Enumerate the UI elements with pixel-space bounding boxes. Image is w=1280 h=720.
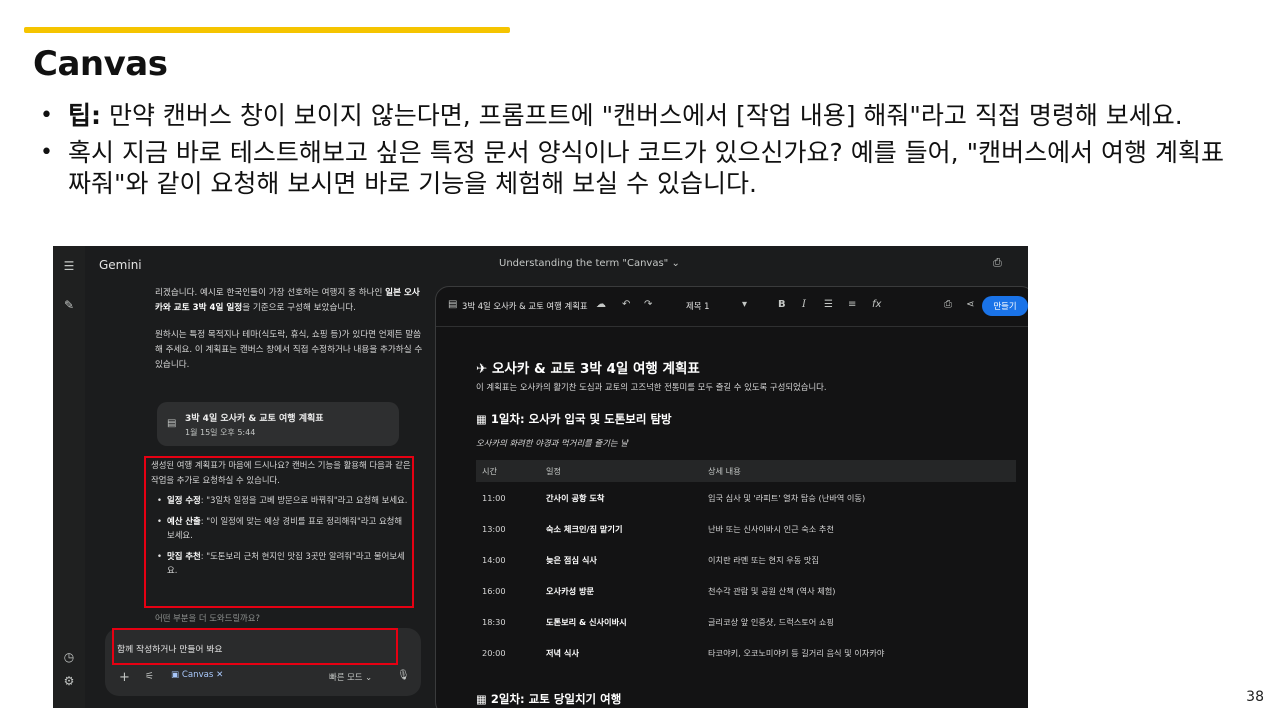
- page-number: 38: [1246, 689, 1264, 705]
- place-cell: 저녁 식사: [546, 647, 579, 658]
- bullet-example: • 혹시 지금 바로 테스트해보고 싶은 특정 문서 양식이나 코드가 있으신가…: [40, 137, 1240, 199]
- doc-heading: ✈ 오사카 & 교토 3박 4일 여행 계획표: [476, 361, 700, 377]
- time-cell: 20:00: [482, 647, 506, 658]
- gemini-screenshot: ☰ ✎ ◷ ⚙ Gemini Understanding the term "C…: [53, 246, 1028, 708]
- canvas-chip[interactable]: ▣ Canvas ✕: [171, 670, 223, 680]
- history-icon[interactable]: ◷: [62, 650, 76, 664]
- mic-icon[interactable]: 🎙: [397, 670, 410, 681]
- detail-cell: 이치란 라멘 또는 현지 우동 맛집: [708, 554, 819, 565]
- bullet-text: 혹시 지금 바로 테스트해보고 싶은 특정 문서 양식이나 코드가 있으신가요?…: [68, 138, 1224, 198]
- table-row: 14:00 늦은 점심 식사 이치란 라멘 또는 현지 우동 맛집: [476, 544, 1016, 575]
- chevron-down-icon: ⌄: [365, 672, 373, 682]
- place-cell: 도톤보리 & 신사이바시: [546, 616, 627, 627]
- add-icon[interactable]: +: [119, 670, 130, 685]
- chat-paragraph: 리겠습니다. 예시로 한국인들이 가장 선호하는 여행지 중 하나인 일본 오사…: [155, 288, 420, 313]
- place-cell: 늦은 점심 식사: [546, 554, 597, 565]
- bullet-list: • 팁: 만약 캔버스 창이 보이지 않는다면, 프롬프트에 "캔버스에서 [작…: [40, 100, 1240, 205]
- calendar-icon: ▦: [476, 692, 487, 706]
- conversation-title[interactable]: Understanding the term "Canvas" ⌄: [499, 258, 680, 269]
- document-icon: ▤: [448, 299, 458, 310]
- time-cell: 16:00: [482, 585, 506, 596]
- bold-icon[interactable]: B: [778, 299, 786, 310]
- accent-bar: [24, 27, 510, 33]
- highlight-box-input: [112, 628, 398, 665]
- close-icon: ✕: [216, 670, 224, 680]
- table-header: 시간: [476, 460, 540, 482]
- time-cell: 11:00: [482, 492, 506, 503]
- day1-subtitle: 오사카의 화려한 야경과 먹거리를 즐기는 날: [476, 438, 628, 448]
- share-icon[interactable]: ⋖: [966, 299, 974, 310]
- bullet-dot: •: [40, 103, 53, 128]
- table-row: 16:00 오사카성 방문 천수각 관람 및 공원 산책 (역사 체험): [476, 575, 1016, 606]
- table-header: 일정: [540, 460, 702, 482]
- print-icon[interactable]: ⎙: [993, 256, 1002, 270]
- table-row: 20:00 저녁 식사 타코야키, 오코노미야키 등 길거리 음식 및 이자카야: [476, 637, 1016, 668]
- detail-cell: 입국 심사 및 '라피트' 열차 탑승 (난바역 이동): [708, 492, 866, 503]
- day1-heading: ▦ 1일차: 오사카 입국 및 도톤보리 탐방: [476, 412, 672, 426]
- tools-icon[interactable]: ⚟: [145, 671, 154, 682]
- doc-card-title: 3박 4일 오사카 & 교토 여행 계획표: [185, 414, 324, 424]
- side-rail: ☰ ✎ ◷ ⚙: [53, 246, 85, 708]
- print-icon[interactable]: ⎙: [944, 299, 952, 310]
- detail-cell: 글리코상 앞 인증샷, 드럭스토어 쇼핑: [708, 616, 835, 627]
- time-cell: 18:30: [482, 616, 506, 627]
- day2-heading: ▦ 2일차: 교토 당일치기 여행: [476, 692, 622, 706]
- table-header-row: 시간 일정 상세 내용: [476, 460, 1016, 482]
- schedule-table: 시간 일정 상세 내용 11:00 간사이 공항 도착 입국 심사 및 '라피트' …: [476, 460, 1016, 668]
- chevron-down-icon: ⌄: [671, 258, 680, 269]
- table-row: 13:00 숙소 체크인/짐 맡기기 난바 또는 신사이바시 인근 숙소 추천: [476, 513, 1016, 544]
- numbered-list-icon[interactable]: ≡: [848, 299, 856, 310]
- tip-text: 만약 캔버스 창이 보이지 않는다면, 프롬프트에 "캔버스에서 [작업 내용]…: [101, 101, 1183, 130]
- canvas-doc-card[interactable]: ▤ 3박 4일 오사카 & 교토 여행 계획표 1월 15일 오후 5:44: [157, 402, 399, 446]
- italic-icon[interactable]: I: [802, 299, 806, 310]
- doc-card-time: 1월 15일 오후 5:44: [185, 428, 256, 437]
- redo-icon[interactable]: ↷: [644, 299, 652, 310]
- table-row: 18:30 도톤보리 & 신사이바시 글리코상 앞 인증샷, 드럭스토어 쇼핑: [476, 606, 1016, 637]
- time-cell: 13:00: [482, 523, 506, 534]
- canvas-doc-name: 3박 4일 오사카 & 교토 여행 계획표: [462, 301, 588, 311]
- new-chat-icon[interactable]: ✎: [62, 298, 76, 312]
- place-cell: 간사이 공항 도착: [546, 492, 605, 503]
- chevron-down-icon[interactable]: ▾: [742, 299, 747, 310]
- more-question: 어떤 부분을 더 도와드릴까요?: [155, 613, 260, 623]
- bullet-tip: • 팁: 만약 캔버스 창이 보이지 않는다면, 프롬프트에 "캔버스에서 [작…: [40, 100, 1240, 131]
- settings-icon[interactable]: ⚙: [62, 674, 76, 688]
- detail-cell: 천수각 관람 및 공원 산책 (역사 체험): [708, 585, 836, 596]
- calendar-icon: ▦: [476, 412, 487, 426]
- doc-intro: 이 계획표는 오사카의 활기찬 도심과 교토의 고즈넉한 전통미를 모두 즐길 …: [476, 382, 827, 392]
- mode-select[interactable]: 빠른 모드 ⌄: [329, 671, 372, 683]
- canvas-panel: ▤ 3박 4일 오사카 & 교토 여행 계획표 ☁ ↶ ↷ 제목 1 ▾ B I…: [435, 286, 1028, 708]
- bullet-text: 팁: 만약 캔버스 창이 보이지 않는다면, 프롬프트에 "캔버스에서 [작업 …: [68, 100, 1240, 131]
- tip-label: 팁:: [68, 101, 101, 130]
- canvas-icon: ▣: [171, 670, 180, 680]
- highlight-box-suggestions: [144, 456, 414, 608]
- place-cell: 오사카성 방문: [546, 585, 595, 596]
- style-select[interactable]: 제목 1: [686, 300, 709, 312]
- chat-paragraph: 원하시는 특정 목적지나 테마(식도락, 휴식, 쇼핑 등)가 있다면 언제든 …: [155, 330, 423, 370]
- bullet-dot: •: [40, 140, 53, 165]
- time-cell: 14:00: [482, 554, 506, 565]
- table-header: 상세 내용: [702, 460, 1016, 482]
- menu-icon[interactable]: ☰: [62, 259, 76, 273]
- document-icon: ▤: [167, 418, 177, 429]
- chat-history: 리겠습니다. 예시로 한국인들이 가장 선호하는 여행지 중 하나인 일본 오사…: [155, 286, 425, 385]
- undo-icon[interactable]: ↶: [622, 299, 630, 310]
- airplane-icon: ✈: [476, 361, 488, 377]
- formula-icon[interactable]: fx: [872, 299, 881, 310]
- detail-cell: 타코야키, 오코노미야키 등 길거리 음식 및 이자카야: [708, 647, 885, 658]
- detail-cell: 난바 또는 신사이바시 인근 숙소 추천: [708, 523, 835, 534]
- create-button[interactable]: 만들기: [982, 296, 1028, 316]
- cloud-icon: ☁: [596, 299, 606, 310]
- place-cell: 숙소 체크인/짐 맡기기: [546, 523, 623, 534]
- app-name[interactable]: Gemini: [99, 258, 142, 272]
- table-row: 11:00 간사이 공항 도착 입국 심사 및 '라피트' 열차 탑승 (난바역 이…: [476, 482, 1016, 513]
- slide-title: Canvas: [33, 44, 168, 84]
- bullet-list-icon[interactable]: ☰: [824, 299, 833, 310]
- canvas-toolbar: ▤ 3박 4일 오사카 & 교토 여행 계획표 ☁ ↶ ↷ 제목 1 ▾ B I…: [436, 287, 1028, 327]
